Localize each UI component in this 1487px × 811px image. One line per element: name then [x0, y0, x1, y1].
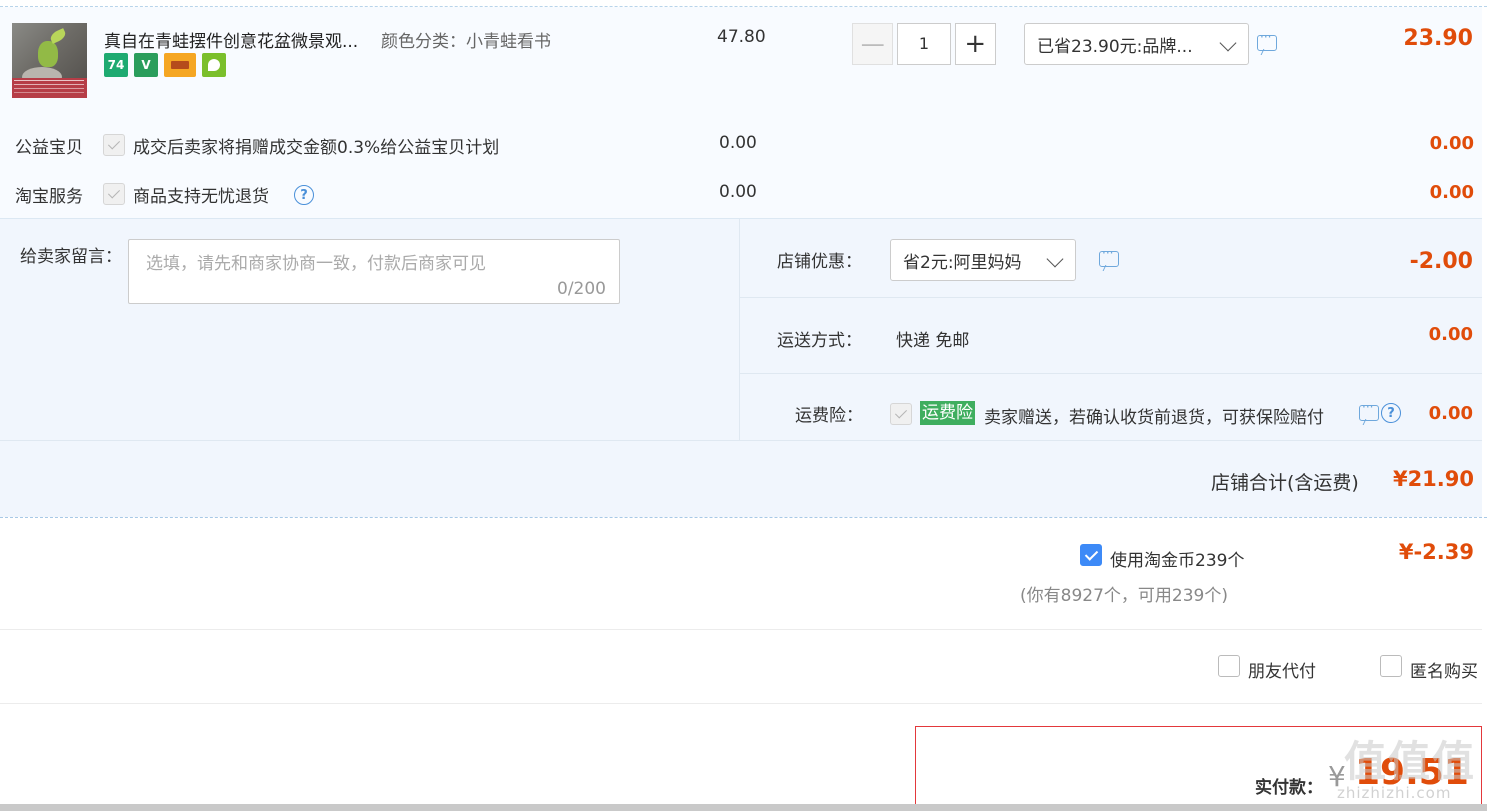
taobao-service-label: 淘宝服务 [15, 187, 83, 207]
unit-price: 47.80 [717, 27, 766, 47]
chevron-down-icon [1046, 250, 1064, 268]
return-service-description: 商品支持无忧退货 [133, 187, 269, 207]
return-service-price: 0.00 [719, 182, 757, 202]
charity-description: 成交后卖家将捐赠成交金额0.3%给公益宝贝计划 [133, 138, 500, 158]
use-coins-checkbox[interactable] [1080, 544, 1102, 566]
credit-card-icon[interactable] [164, 53, 196, 77]
shop-row-divider [740, 373, 1482, 374]
message-icon[interactable] [1257, 30, 1277, 51]
charity-checkbox[interactable] [103, 134, 125, 156]
product-thumbnail[interactable] [12, 23, 87, 98]
shop-discount-value: 省2元:阿里妈妈 [903, 252, 1022, 273]
charity-label: 公益宝贝 [15, 138, 83, 158]
insurance-label: 运费险： [795, 406, 863, 426]
panel-vertical-divider [739, 219, 740, 440]
divider [0, 703, 1482, 704]
shop-total-label: 店铺合计(含运费) [1211, 472, 1359, 494]
seller-message-placeholder: 选填，请先和商家协商一致，付款后商家可见 [146, 254, 486, 274]
item-promo-value: 已省23.90元:品牌... [1037, 36, 1193, 57]
watermark-url: zhizhizhi.com [1337, 784, 1452, 802]
shop-total-amount: ¥21.90 [1392, 467, 1474, 491]
shipping-label: 运送方式： [777, 331, 862, 351]
divider [0, 629, 1482, 630]
insurance-checkbox[interactable] [890, 403, 912, 425]
help-icon[interactable]: ? [294, 185, 314, 205]
product-badges: 74 V [104, 53, 226, 77]
item-promo-select[interactable]: 已省23.90元:品牌... [1024, 23, 1249, 65]
product-title[interactable]: 真自在青蛙摆件创意花盆微景观... [104, 27, 374, 52]
return-service-amount: 0.00 [1429, 182, 1474, 203]
message-icon[interactable] [1359, 400, 1379, 421]
charity-amount: 0.00 [1429, 133, 1474, 154]
total-divider [0, 440, 1482, 441]
seven-day-return-icon[interactable]: 74 [104, 53, 128, 77]
friend-pay-checkbox[interactable] [1218, 655, 1240, 677]
product-spec: 颜色分类：小青蛙看书 [381, 32, 551, 52]
anonymous-label[interactable]: 匿名购买 [1410, 657, 1478, 682]
coins-detail: (你有8927个，可用239个) [1020, 586, 1228, 606]
verified-icon[interactable]: V [134, 53, 158, 77]
shop-discount-select[interactable]: 省2元:阿里妈妈 [890, 239, 1076, 281]
message-label: 给卖家留言： [20, 247, 122, 267]
decrease-quantity-button[interactable]: — [852, 23, 894, 65]
quantity-input[interactable]: 1 [897, 23, 951, 65]
payment-label: 实付款： [1255, 778, 1323, 798]
anonymous-checkbox[interactable] [1380, 655, 1402, 677]
charity-price: 0.00 [719, 133, 757, 153]
shipping-amount: 0.00 [1428, 324, 1473, 345]
shipping-method: 快递 免邮 [896, 331, 970, 351]
chevron-down-icon [1219, 34, 1237, 52]
window-bottom-edge [0, 804, 1487, 811]
coins-amount: ¥-2.39 [1398, 540, 1474, 564]
message-icon[interactable] [1099, 246, 1119, 267]
shop-row-divider [740, 297, 1482, 298]
insurance-description: 卖家赠送，若确认收货前退货，可获保险赔付 [984, 408, 1324, 428]
quantity-stepper: — 1 + [852, 23, 996, 65]
order-panel-divider [0, 517, 1487, 518]
insurance-amount: 0.00 [1428, 403, 1473, 424]
insurance-tag: 运费险 [920, 401, 975, 425]
use-coins-label[interactable]: 使用淘金币239个 [1110, 546, 1244, 571]
shop-discount-label: 店铺优惠： [777, 252, 862, 272]
item-subtotal: 23.90 [1403, 26, 1473, 51]
increase-quantity-button[interactable]: + [954, 23, 996, 65]
eco-leaf-icon[interactable] [202, 53, 226, 77]
shop-discount-amount: -2.00 [1409, 249, 1473, 274]
friend-pay-label[interactable]: 朋友代付 [1248, 657, 1316, 682]
return-service-checkbox[interactable] [103, 183, 125, 205]
watermark-logo: 值值值 [1344, 737, 1477, 786]
char-counter: 0/200 [557, 279, 606, 299]
